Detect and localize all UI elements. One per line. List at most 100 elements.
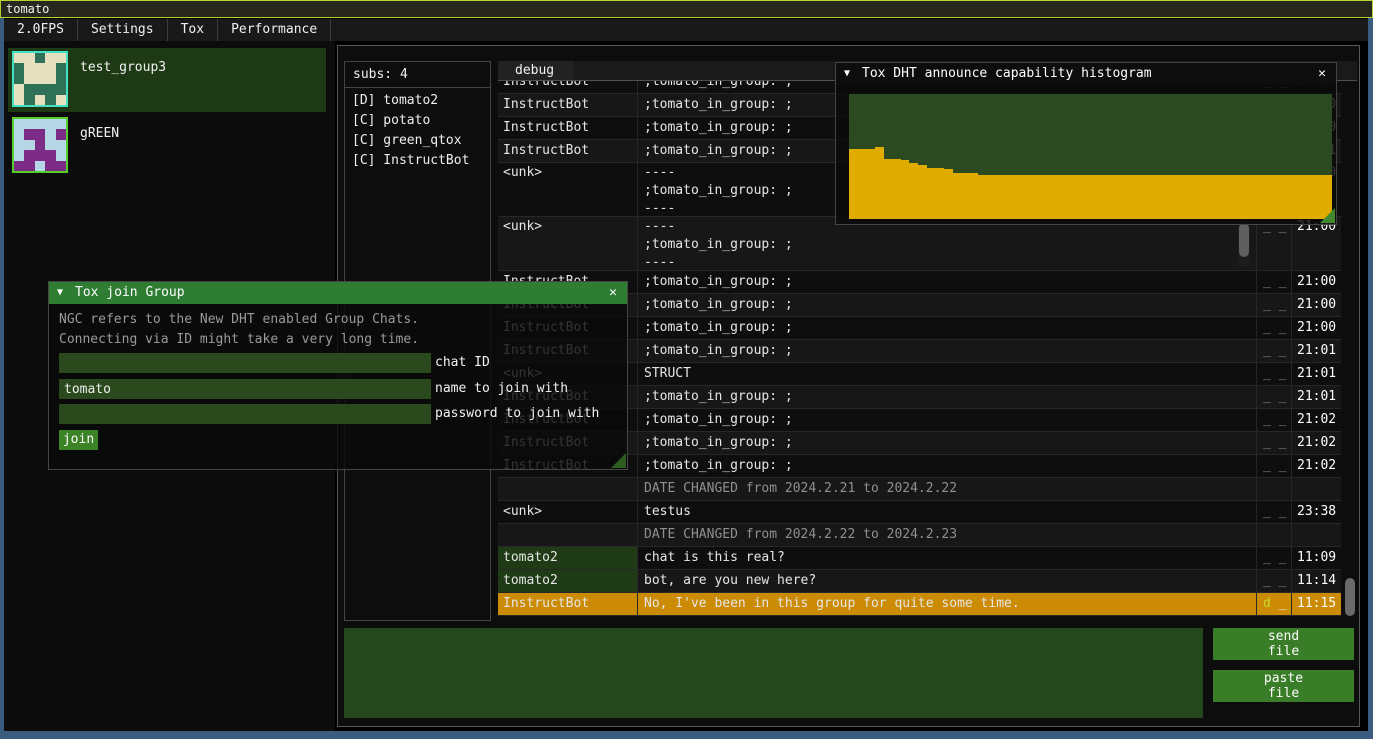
join-field: name to join with bbox=[59, 379, 568, 399]
subs-member-green_qtox[interactable]: [C] green_qtox bbox=[352, 131, 490, 151]
group-name: gREEN bbox=[80, 126, 119, 141]
join-password-input[interactable] bbox=[59, 404, 431, 424]
time-cell: 21:02 bbox=[1292, 432, 1341, 454]
resize-grip[interactable] bbox=[611, 453, 626, 468]
histogram-bar bbox=[1160, 175, 1169, 219]
status-cell bbox=[1257, 524, 1292, 546]
join-button[interactable]: join bbox=[59, 430, 98, 450]
chat-id-input[interactable] bbox=[59, 353, 431, 373]
time-cell: 21:00 bbox=[1292, 294, 1341, 316]
avatar-pixel bbox=[14, 84, 24, 94]
time-cell bbox=[1292, 524, 1341, 546]
sidebar-group-green[interactable]: gREEN bbox=[8, 114, 326, 178]
join-group-window: ▼ Tox join Group ✕ NGC refers to the New… bbox=[48, 281, 628, 470]
avatar-pixel bbox=[14, 74, 24, 84]
close-icon[interactable]: ✕ bbox=[604, 284, 622, 302]
sender-cell: <unk> bbox=[498, 501, 638, 523]
message-row[interactable]: InstructBotNo, I've been in this group f… bbox=[498, 593, 1341, 616]
menu-item-2-0fps[interactable]: 2.0FPS bbox=[4, 19, 78, 41]
resize-grip[interactable] bbox=[1320, 208, 1335, 223]
message-cell-scrollbar-thumb[interactable] bbox=[1239, 223, 1249, 257]
send-file-button[interactable]: send file bbox=[1213, 628, 1354, 660]
histogram-bar bbox=[961, 173, 970, 219]
avatar-pixel bbox=[14, 129, 24, 139]
status-mark: _ bbox=[1271, 573, 1287, 588]
collapse-icon[interactable]: ▼ bbox=[57, 282, 63, 304]
sender-cell: <unk> bbox=[498, 217, 638, 270]
histogram-plot[interactable] bbox=[849, 94, 1332, 219]
join-field: password to join with bbox=[59, 404, 599, 424]
subs-member-instructbot[interactable]: [C] InstructBot bbox=[352, 151, 490, 171]
histogram-bar bbox=[901, 160, 910, 219]
sender-cell bbox=[498, 478, 638, 500]
avatar-pixel bbox=[45, 150, 55, 160]
status-mark: _ bbox=[1263, 297, 1271, 312]
histogram-bar bbox=[1065, 175, 1074, 219]
message-row[interactable]: tomato2bot, are you new here?_ _11:14 bbox=[498, 570, 1341, 593]
avatar-pixel bbox=[14, 150, 24, 160]
menu-item-settings[interactable]: Settings bbox=[78, 19, 168, 41]
chat-scrollbar-thumb[interactable] bbox=[1345, 578, 1355, 616]
avatar-pixel bbox=[56, 53, 66, 63]
status-mark: _ bbox=[1263, 458, 1271, 473]
status-mark: _ bbox=[1271, 504, 1287, 519]
collapse-icon[interactable]: ▼ bbox=[844, 63, 850, 85]
join-name-input[interactable] bbox=[59, 379, 431, 399]
status-mark: _ bbox=[1263, 274, 1271, 289]
status-cell: _ _ bbox=[1257, 363, 1292, 385]
histogram-bar bbox=[944, 169, 953, 219]
avatar-pixel bbox=[56, 161, 66, 171]
message-input[interactable] bbox=[344, 628, 1203, 718]
histogram-bar bbox=[849, 149, 858, 219]
avatar-pixel bbox=[24, 63, 34, 73]
message-line: ;tomato_in_group: ; bbox=[644, 340, 1256, 362]
tab-debug[interactable]: debug bbox=[498, 61, 574, 80]
histogram-bar bbox=[1246, 175, 1255, 219]
avatar-pixel bbox=[14, 140, 24, 150]
sender-cell: InstructBot bbox=[498, 593, 638, 615]
histogram-bar bbox=[1272, 175, 1281, 219]
sidebar-group-test_group3[interactable]: test_group3 bbox=[8, 48, 326, 112]
avatar-pixel bbox=[56, 84, 66, 94]
histogram-bar bbox=[1289, 175, 1298, 219]
histogram-bar bbox=[1039, 175, 1048, 219]
avatar-pixel bbox=[35, 161, 45, 171]
status-cell: _ _ bbox=[1257, 432, 1292, 454]
status-mark: _ bbox=[1263, 389, 1271, 404]
subs-member-tomato2[interactable]: [D] tomato2 bbox=[352, 91, 490, 111]
close-icon[interactable]: ✕ bbox=[1313, 65, 1331, 83]
status-cell: _ _ bbox=[1257, 455, 1292, 477]
histogram-bar bbox=[1022, 175, 1031, 219]
avatar-pixel bbox=[45, 140, 55, 150]
dht-histogram-window: ▼ Tox DHT announce capability histogram … bbox=[835, 62, 1337, 225]
avatar-pixel bbox=[35, 150, 45, 160]
avatar-pixel bbox=[35, 140, 45, 150]
avatar-pixel bbox=[14, 119, 24, 129]
histogram-bar bbox=[978, 175, 987, 219]
histogram-bar bbox=[1151, 175, 1160, 219]
paste-file-button[interactable]: paste file bbox=[1213, 670, 1354, 702]
histogram-bar bbox=[1298, 175, 1307, 219]
histogram-bar bbox=[1134, 175, 1143, 219]
message-line: ;tomato_in_group: ; bbox=[644, 386, 1256, 408]
avatar-pixel bbox=[56, 95, 66, 105]
avatar-pixel bbox=[45, 53, 55, 63]
message-row[interactable]: tomato2chat is this real?_ _11:09 bbox=[498, 547, 1341, 570]
histogram-bar bbox=[1047, 175, 1056, 219]
subs-member-potato[interactable]: [C] potato bbox=[352, 111, 490, 131]
menu-item-performance[interactable]: Performance bbox=[218, 19, 331, 41]
join-window-titlebar[interactable]: ▼ Tox join Group ✕ bbox=[49, 282, 627, 304]
avatar-pixel bbox=[45, 161, 55, 171]
menu-item-tox[interactable]: Tox bbox=[168, 19, 218, 41]
histogram-bar bbox=[1203, 175, 1212, 219]
status-mark: _ bbox=[1271, 343, 1287, 358]
status-mark: _ bbox=[1263, 573, 1271, 588]
avatar-pixel bbox=[24, 53, 34, 63]
message-row[interactable]: <unk>----;tomato_in_group: ;----_ _21:00 bbox=[498, 217, 1341, 271]
message-row[interactable]: <unk>testus_ _23:38 bbox=[498, 501, 1341, 524]
histogram-window-titlebar[interactable]: ▼ Tox DHT announce capability histogram … bbox=[836, 63, 1336, 85]
histogram-bar bbox=[918, 165, 927, 219]
histogram-bar bbox=[1030, 175, 1039, 219]
message-cell: STRUCT bbox=[638, 363, 1257, 385]
os-titlebar[interactable]: tomato bbox=[0, 0, 1373, 18]
